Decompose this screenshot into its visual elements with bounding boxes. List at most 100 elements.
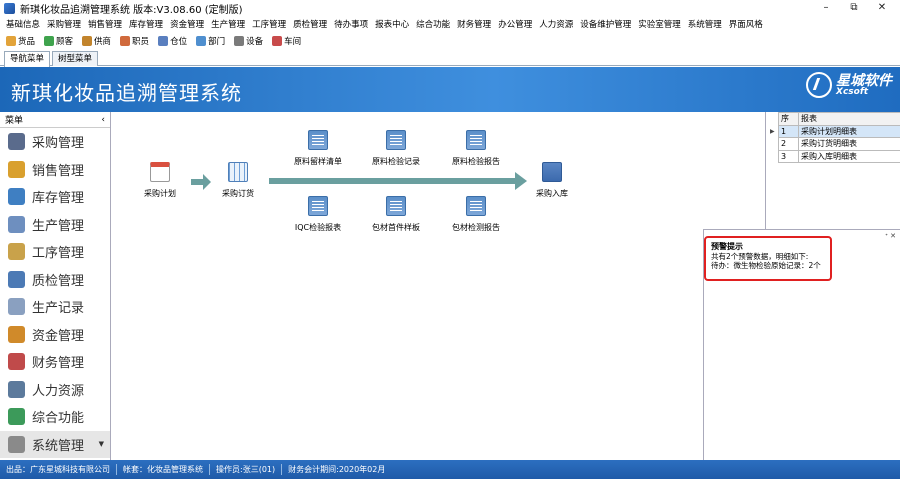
menu-process[interactable]: 工序管理 <box>252 18 286 30</box>
checklist-icon <box>8 270 25 288</box>
menu-qc[interactable]: 质检管理 <box>293 18 327 30</box>
window-controls: – ⧉ ✕ <box>812 0 896 16</box>
sidebar-item-qc[interactable]: 质检管理 <box>0 266 110 294</box>
table-row[interactable]: 3 采购入库明细表 <box>778 149 900 163</box>
menu-tabs: 导航菜单 树型菜单 <box>0 51 900 67</box>
status-bar: 出品：广东星城科技有限公司 帐套：化妆品管理系统 操作员:张三(01) 财务会计… <box>0 460 900 479</box>
status-operator: 操作员:张三(01) <box>216 464 283 475</box>
node-raw-sample-list[interactable]: 原料留样清单 <box>283 130 353 167</box>
department-icon <box>196 36 207 46</box>
toolbar-equipment-button[interactable]: 设备 <box>234 35 263 47</box>
toolbar-goods-button[interactable]: 货品 <box>6 35 35 47</box>
restore-button[interactable]: ⧉ <box>840 0 868 16</box>
table-row[interactable]: 1 采购计划明细表 <box>778 124 900 138</box>
toolbar-supplier-button[interactable]: 供商 <box>82 35 111 47</box>
column-header-no: 序 <box>778 112 799 126</box>
sidebar-item-finance[interactable]: 财务管理 <box>0 348 110 376</box>
sidebar-item-sales[interactable]: 销售管理 <box>0 156 110 184</box>
window-title: 新琪化妆品追溯管理系统 版本:V3.08.60 (定制版) <box>20 4 243 16</box>
staff-icon <box>120 36 131 46</box>
alert-detail[interactable]: 待办：微生物检验原始记录：2个 <box>711 261 825 270</box>
node-raw-inspection-report[interactable]: 原料检验报告 <box>441 130 511 167</box>
menu-finance[interactable]: 财务管理 <box>457 18 491 30</box>
coins-icon <box>8 325 25 343</box>
menu-basic-info[interactable]: 基础信息 <box>6 18 40 30</box>
menu-bar: 基础信息 采购管理 销售管理 库存管理 资金管理 生产管理 工序管理 质检管理 … <box>0 16 900 32</box>
workflow-canvas: 采购计划 采购订货 采购入库 原料留样清单 原料检验记录 原料检验报告 IQC检… <box>111 112 765 460</box>
node-iqc-report[interactable]: IQC检验报表 <box>283 196 353 233</box>
node-purchase-order[interactable]: 采购订货 <box>203 162 273 199</box>
menu-office[interactable]: 办公管理 <box>498 18 532 30</box>
document-icon <box>308 130 328 150</box>
brand-logo: 星城软件 Xcsoft <box>806 72 892 98</box>
menu-lab[interactable]: 实验室管理 <box>638 18 681 30</box>
node-purchase-inbound[interactable]: 采购入库 <box>517 162 587 199</box>
sidebar-item-production[interactable]: 生产管理 <box>0 211 110 239</box>
menu-sales[interactable]: 销售管理 <box>88 18 122 30</box>
tab-tree-menu[interactable]: 树型菜单 <box>52 51 99 66</box>
sidebar-item-inventory[interactable]: 库存管理 <box>0 183 110 211</box>
sidebar-item-system[interactable]: 系统管理 ▼ <box>0 430 110 458</box>
row-pointer-icon: ▶ <box>770 128 775 135</box>
sidebar-item-funds[interactable]: 资金管理 <box>0 321 110 349</box>
document-icon <box>308 196 328 216</box>
close-button[interactable]: ✕ <box>868 0 896 16</box>
status-period: 财务会计期间:2020年02月 <box>288 465 386 474</box>
document-icon <box>386 196 406 216</box>
menu-equipment[interactable]: 设备维护管理 <box>580 18 631 30</box>
sidebar-item-general[interactable]: 综合功能 <box>0 403 110 431</box>
node-packaging-first-sample[interactable]: 包材首件样板 <box>361 196 431 233</box>
logo-icon <box>806 72 832 98</box>
toolbar-workshop-button[interactable]: 车间 <box>272 35 301 47</box>
menu-reports[interactable]: 报表中心 <box>375 18 409 30</box>
cart-icon <box>8 133 25 151</box>
alert-summary: 共有2个预警数据，明细如下: <box>711 252 809 261</box>
collapse-icon[interactable]: ‹ <box>101 115 105 125</box>
customer-icon <box>44 36 55 46</box>
menu-general[interactable]: 综合功能 <box>416 18 450 30</box>
toolbar-department-button[interactable]: 部门 <box>196 35 225 47</box>
sidebar-header: 菜单 ‹ <box>0 112 110 128</box>
alert-panel-controls[interactable]: ᐩ ✕ <box>885 232 896 240</box>
menu-inventory[interactable]: 库存管理 <box>129 18 163 30</box>
node-purchase-plan[interactable]: 采购计划 <box>125 162 195 199</box>
menu-purchase[interactable]: 采购管理 <box>47 18 81 30</box>
toolbar-customer-button[interactable]: 顾客 <box>44 35 73 47</box>
warehouse-icon <box>8 188 25 206</box>
menu-system[interactable]: 系统管理 <box>688 18 722 30</box>
edit-icon <box>8 298 25 316</box>
document-icon <box>466 130 486 150</box>
sidebar: 菜单 ‹ 采购管理 销售管理 库存管理 生产管理 工序管理 质检管理 生产记录 … <box>0 112 111 460</box>
sidebar-item-hr[interactable]: 人力资源 <box>0 376 110 404</box>
logo-text-en: Xcsoft <box>836 86 869 97</box>
minimize-button[interactable]: – <box>812 0 840 16</box>
report-list-panel: ▶ 序 报表 1 采购计划明细表 2 采购订货明细表 3 采购入库明细表 <box>765 112 900 229</box>
sidebar-title: 菜单 <box>5 116 24 126</box>
sum-icon <box>8 353 25 371</box>
page-title: 新琪化妆品追溯管理系统 <box>11 81 242 105</box>
app-icon <box>4 2 15 14</box>
menu-hr[interactable]: 人力资源 <box>539 18 573 30</box>
toolbar-location-button[interactable]: 仓位 <box>158 35 187 47</box>
sidebar-item-purchase[interactable]: 采购管理 <box>0 128 110 156</box>
gear-icon <box>8 435 25 453</box>
table-row[interactable]: 2 采购订货明细表 <box>778 137 900 151</box>
workshop-icon <box>272 36 283 46</box>
tab-nav-menu[interactable]: 导航菜单 <box>4 51 51 67</box>
menu-style[interactable]: 界面风格 <box>729 18 763 30</box>
supplier-icon <box>82 36 93 46</box>
report-table: 序 报表 1 采购计划明细表 2 采购订货明细表 3 采购入库明细表 <box>778 112 900 163</box>
inbound-icon <box>542 162 562 182</box>
header-banner: 新琪化妆品追溯管理系统 星城软件 Xcsoft <box>0 67 900 112</box>
document-icon <box>466 196 486 216</box>
sidebar-item-process[interactable]: 工序管理 <box>0 238 110 266</box>
menu-todo[interactable]: 待办事项 <box>334 18 368 30</box>
sidebar-item-production-record[interactable]: 生产记录 <box>0 293 110 321</box>
clipboard-icon <box>8 215 25 233</box>
node-packaging-test-report[interactable]: 包材检测报告 <box>441 196 511 233</box>
menu-production[interactable]: 生产管理 <box>211 18 245 30</box>
goods-icon <box>6 36 16 46</box>
node-raw-inspection-record[interactable]: 原料检验记录 <box>361 130 431 167</box>
menu-funds[interactable]: 资金管理 <box>170 18 204 30</box>
toolbar-staff-button[interactable]: 职员 <box>120 35 149 47</box>
